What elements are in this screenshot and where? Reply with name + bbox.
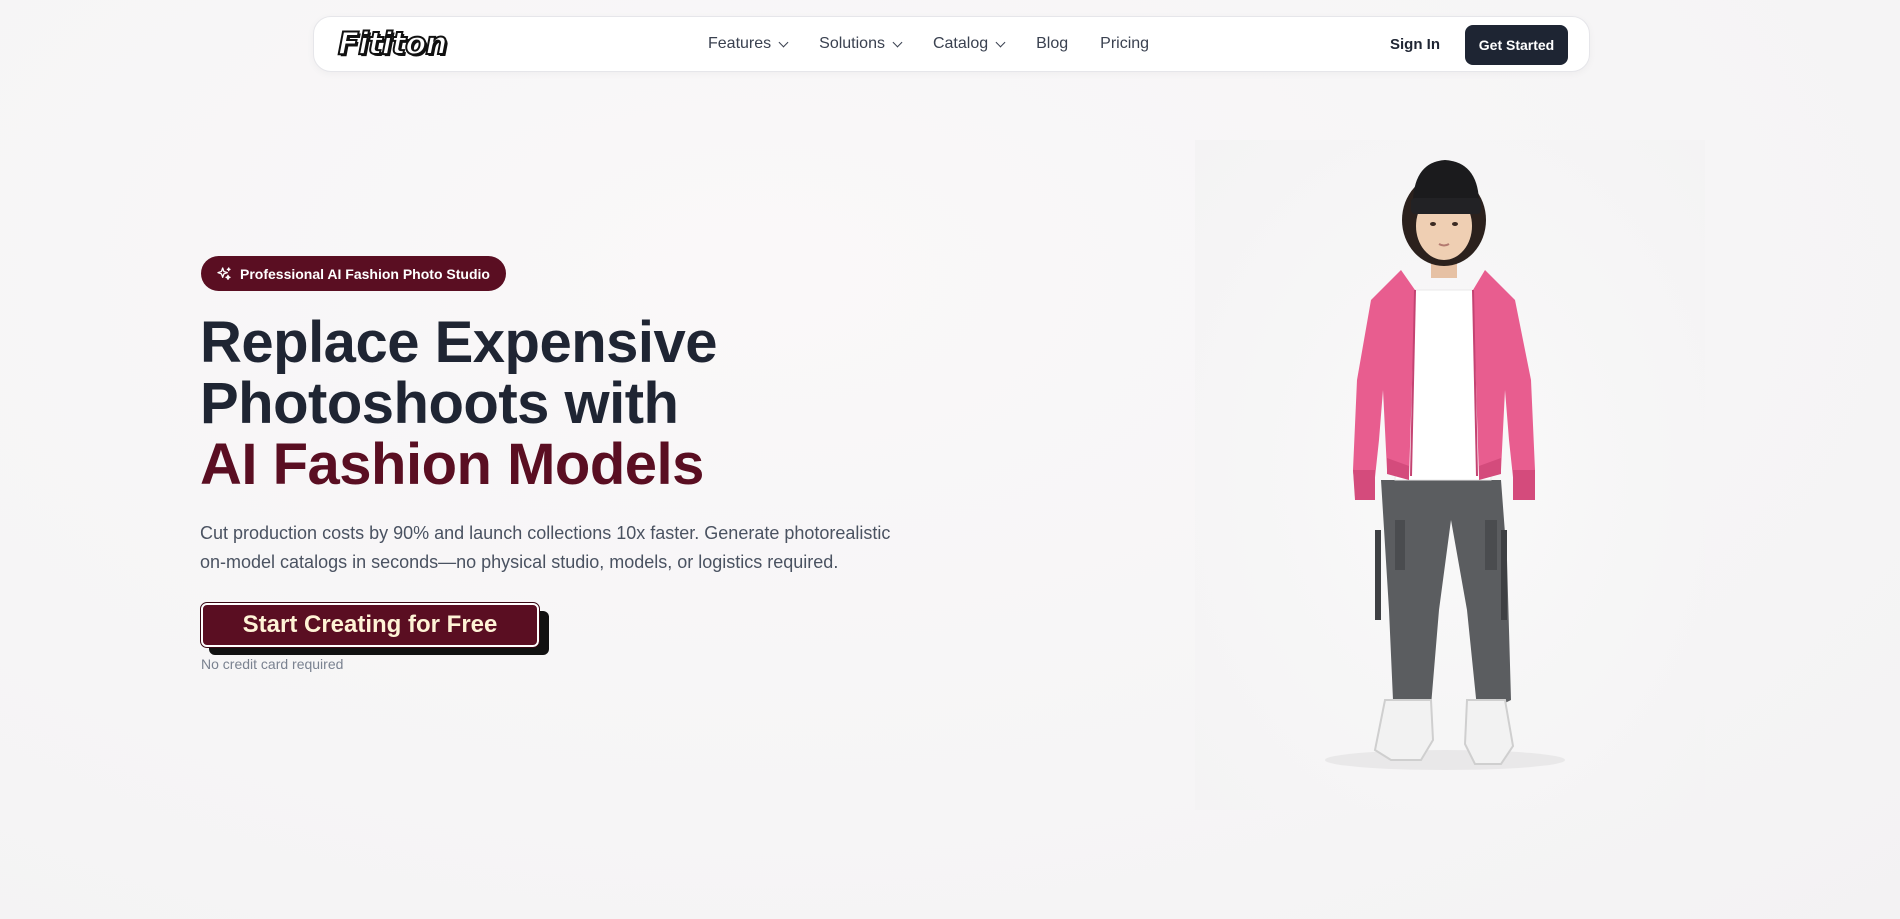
hero-badge: Professional AI Fashion Photo Studio bbox=[201, 256, 506, 291]
top-navbar: Fititon Features Solutions Catalog Blog … bbox=[313, 16, 1590, 72]
hero-model-image bbox=[1195, 140, 1705, 810]
page: Fititon Features Solutions Catalog Blog … bbox=[0, 0, 1900, 919]
chevron-down-icon bbox=[892, 37, 903, 47]
fashion-model-illustration bbox=[1325, 160, 1565, 770]
nav-item-label: Solutions bbox=[819, 35, 885, 52]
nav-item-solutions[interactable]: Solutions bbox=[819, 35, 903, 53]
nav-item-catalog[interactable]: Catalog bbox=[932, 35, 1006, 53]
hero-badge-label: Professional AI Fashion Photo Studio bbox=[240, 265, 490, 282]
sparkles-icon bbox=[217, 266, 231, 280]
chevron-down-icon bbox=[995, 37, 1006, 47]
start-creating-button[interactable]: Start Creating for Free bbox=[200, 602, 540, 648]
headline-line-2: Photoshoots with bbox=[200, 371, 679, 436]
nav-links: Features Solutions Catalog Blog Pricing bbox=[708, 17, 1181, 71]
nav-item-blog[interactable]: Blog bbox=[1036, 35, 1068, 53]
nav-item-label: Catalog bbox=[932, 35, 989, 52]
nav-item-features[interactable]: Features bbox=[708, 35, 789, 53]
get-started-button[interactable]: Get Started bbox=[1465, 25, 1568, 65]
nav-item-label: Features bbox=[708, 35, 772, 52]
nav-item-pricing[interactable]: Pricing bbox=[1100, 35, 1149, 53]
hero-subtext: Cut production costs by 90% and launch c… bbox=[200, 523, 891, 572]
chevron-down-icon bbox=[778, 37, 789, 47]
cta-wrapper: Start Creating for Free bbox=[200, 602, 549, 655]
headline-accent: AI Fashion Models bbox=[200, 432, 704, 497]
nav-item-label: Pricing bbox=[1100, 35, 1150, 52]
sign-in-link[interactable]: Sign In bbox=[1390, 17, 1440, 71]
hero-headline: Replace Expensive Photoshoots with AI Fa… bbox=[200, 310, 718, 497]
logo[interactable]: Fititon bbox=[337, 25, 448, 63]
headline-line-1: Replace Expensive bbox=[200, 310, 718, 375]
nav-item-label: Blog bbox=[1036, 35, 1069, 52]
cta-note: No credit card required bbox=[201, 656, 344, 672]
